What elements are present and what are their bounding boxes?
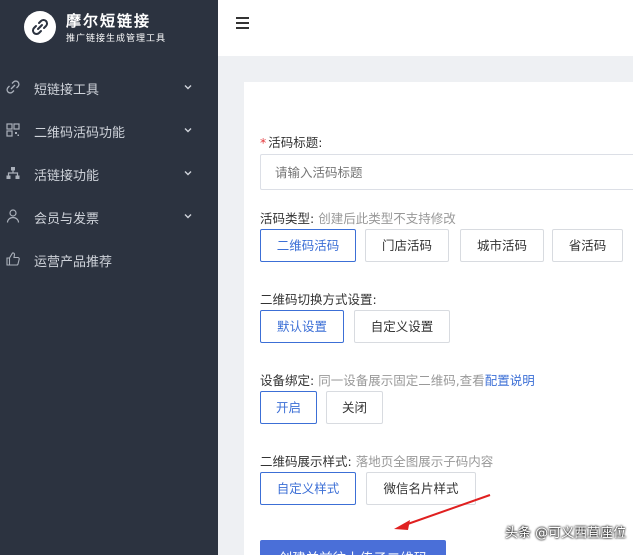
sitemap-icon [6, 167, 20, 179]
brand-name: 摩尔短链接 [66, 12, 152, 30]
annotation-arrow [394, 494, 491, 530]
switch-label: 二维码切换方式设置: [260, 292, 377, 307]
thumbs-up-icon [6, 252, 20, 266]
required-mark: * [260, 135, 267, 150]
chevron-down-icon [184, 214, 192, 219]
form-card: *活码标题: 活码类型: 创建后此类型不支持修改 二维码活码 门店活码 城市活码… [244, 82, 633, 555]
sidebar-item-label: 活链接功能 [34, 169, 100, 184]
bind-option-off[interactable]: 关闭 [326, 391, 383, 424]
type-option-city[interactable]: 城市活码 [460, 229, 544, 262]
qrcode-icon [6, 123, 20, 137]
sidebar-item-product-recommend[interactable]: 运营产品推荐 [0, 238, 218, 281]
sidebar-item-label: 短链接工具 [34, 83, 100, 98]
bind-hint: 同一设备展示固定二维码,查看 [318, 373, 485, 388]
style-hint: 落地页全图展示子码内容 [355, 454, 494, 469]
watermark: 头条 @可义西苴座位 [505, 526, 627, 541]
sidebar-item-qrcode[interactable]: 二维码活码功能 [0, 109, 218, 152]
type-option-province[interactable]: 省活码 [552, 229, 623, 262]
sidebar-menu: 短链接工具 二维码活码功能 活链接功能 会员与发票 运营产品推荐 [0, 66, 218, 281]
brand-subtitle: 推广链接生成管理工具 [66, 34, 167, 44]
sidebar-item-live-link[interactable]: 活链接功能 [0, 152, 218, 195]
title-input[interactable] [260, 154, 633, 190]
type-label: 活码类型: 创建后此类型不支持修改 [260, 211, 456, 226]
style-label: 二维码展示样式: 落地页全图展示子码内容 [260, 454, 494, 469]
config-doc-link[interactable]: 配置说明 [485, 373, 535, 388]
sidebar-item-label: 会员与发票 [34, 212, 100, 227]
type-option-qrcode[interactable]: 二维码活码 [260, 229, 356, 262]
logo-icon [24, 11, 56, 43]
sidebar-item-short-link[interactable]: 短链接工具 [0, 66, 218, 109]
sidebar: 摩尔短链接 推广链接生成管理工具 短链接工具 二维码活码功能 活链接功能 会员与… [0, 0, 218, 555]
sidebar-item-label: 运营产品推荐 [34, 255, 113, 270]
chevron-down-icon [184, 128, 192, 133]
chevron-down-icon [184, 85, 192, 90]
create-and-upload-button[interactable]: 创建并前往上传子二维码 [260, 540, 446, 555]
user-icon [6, 209, 20, 223]
sidebar-item-label: 二维码活码功能 [34, 126, 126, 141]
brand[interactable]: 摩尔短链接 推广链接生成管理工具 [0, 0, 218, 56]
sidebar-item-member-invoice[interactable]: 会员与发票 [0, 195, 218, 238]
switch-option-custom[interactable]: 自定义设置 [354, 310, 450, 343]
title-label: * 活码标题: [260, 135, 323, 150]
hamburger-icon[interactable] [236, 17, 250, 31]
bind-label: 设备绑定: 同一设备展示固定二维码,查看配置说明 [260, 373, 535, 388]
bind-option-on[interactable]: 开启 [260, 391, 317, 424]
type-hint: 创建后此类型不支持修改 [318, 211, 456, 226]
type-option-store[interactable]: 门店活码 [365, 229, 449, 262]
chevron-down-icon [184, 171, 192, 176]
topbar [218, 0, 633, 56]
switch-option-default[interactable]: 默认设置 [260, 310, 344, 343]
main-content: *活码标题: 活码类型: 创建后此类型不支持修改 二维码活码 门店活码 城市活码… [218, 56, 633, 555]
style-option-custom[interactable]: 自定义样式 [260, 472, 356, 505]
link-icon [6, 80, 20, 94]
